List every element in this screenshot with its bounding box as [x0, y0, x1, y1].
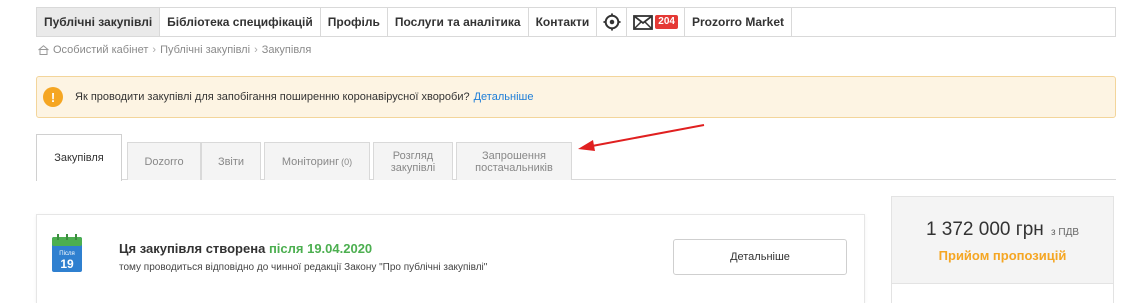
covid-alert-banner: ! Як проводити закупівлі для запобігання…: [36, 76, 1116, 118]
nav-profile[interactable]: Профіль: [321, 8, 388, 36]
price-value: 1 372 000 грн: [925, 219, 1044, 240]
mail-icon: [633, 14, 654, 30]
home-icon[interactable]: [38, 45, 49, 55]
price-amount: 1 372 000 грн з ПДВ: [892, 219, 1113, 241]
price-panel-inner: [892, 283, 1113, 303]
tab-label-line2: постачальників: [475, 161, 553, 174]
price-panel: 1 372 000 грн з ПДВ Прийом пропозицій: [891, 196, 1114, 303]
tab-label: Моніторинг: [281, 155, 340, 168]
mail-count-badge: 204: [655, 15, 678, 29]
notice-title-text: Ця закупівля створена: [119, 241, 266, 256]
breadcrumb-procurement: Закупівля: [261, 44, 312, 56]
tab-label: Закупівля: [54, 152, 104, 164]
breadcrumb-cabinet[interactable]: Особистий кабінет: [53, 44, 148, 56]
top-navigation: Публічні закупівлі Бібліотека специфікац…: [36, 7, 1116, 37]
messages-button[interactable]: 204: [627, 8, 685, 36]
tender-status: Прийом пропозицій: [938, 248, 1067, 263]
tab-label-line2: закупівлі: [390, 161, 436, 174]
tab-supplier-invitations[interactable]: Запрошення постачальників: [456, 142, 572, 180]
nav-public-procurement[interactable]: Публічні закупівлі: [37, 8, 161, 36]
details-button[interactable]: Детальніше: [673, 239, 847, 275]
tab-label-line1: Запрошення: [481, 149, 546, 162]
procurement-tabs: Закупівля Dozorro Звіти Моніторинг (0) Р…: [36, 134, 1116, 181]
tab-label: Звіти: [217, 155, 245, 168]
tab-reports[interactable]: Звіти: [201, 142, 261, 180]
breadcrumb-separator: ›: [254, 44, 258, 56]
notice-title: Ця закупівля створена після 19.04.2020: [119, 241, 372, 256]
settings-button[interactable]: [597, 8, 628, 36]
nav-specifications-library[interactable]: Бібліотека специфікацій: [160, 8, 321, 36]
tab-label-line1: Розгляд: [392, 149, 434, 162]
tab-label: Dozorro: [144, 155, 184, 168]
gear-icon: [603, 13, 621, 31]
tab-procurement-review[interactable]: Розгляд закупівлі: [373, 142, 453, 180]
tab-procurement[interactable]: Закупівля: [36, 134, 122, 181]
tab-count: (0): [341, 156, 353, 167]
alert-details-link[interactable]: Детальніше: [474, 91, 534, 103]
exclamation-icon: !: [43, 87, 63, 107]
nav-services-analytics[interactable]: Послуги та аналітика: [388, 8, 529, 36]
breadcrumb: Особистий кабінет › Публічні закупівлі ›…: [38, 44, 311, 56]
tab-dozorro[interactable]: Dozorro: [127, 142, 201, 180]
notice-title-date: після 19.04.2020: [268, 241, 373, 256]
breadcrumb-public-procurement[interactable]: Публічні закупівлі: [160, 44, 250, 56]
alert-text: Як проводити закупівлі для запобігання п…: [75, 91, 470, 103]
tab-monitoring[interactable]: Моніторинг (0): [264, 142, 370, 180]
calendar-icon: Після 19: [52, 234, 82, 272]
procurement-notice-card: Після 19 Ця закупівля створена після 19.…: [36, 214, 865, 303]
nav-prozorro-market[interactable]: Prozorro Market: [685, 8, 793, 36]
notice-subtitle: тому проводиться відповідно до чинної ре…: [119, 262, 488, 273]
breadcrumb-separator: ›: [152, 44, 157, 56]
calendar-day: 19: [60, 257, 74, 271]
price-vat: з ПДВ: [1051, 227, 1080, 238]
nav-contacts[interactable]: Контакти: [529, 8, 598, 36]
